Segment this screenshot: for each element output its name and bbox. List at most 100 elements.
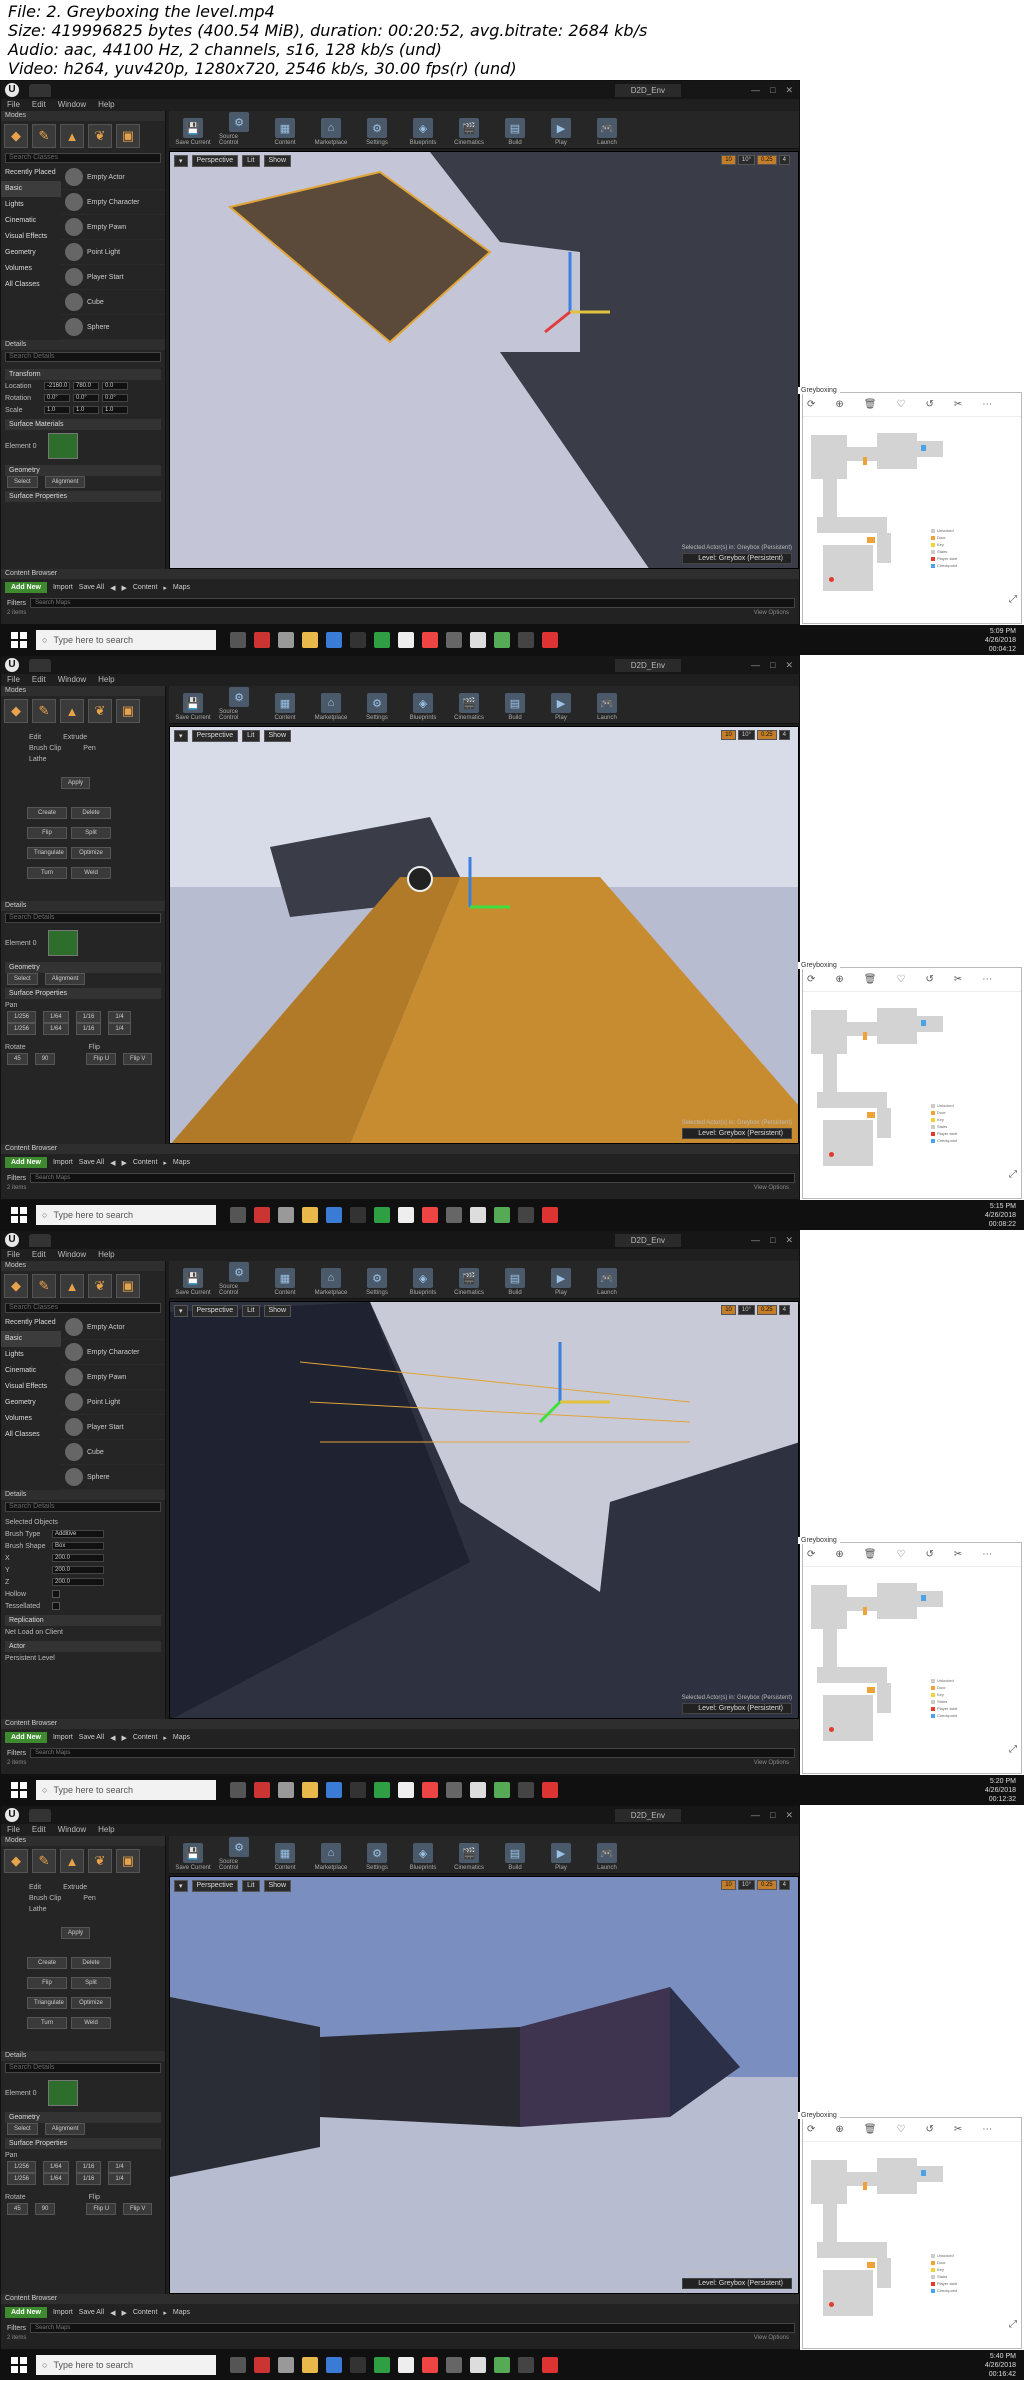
geo-button[interactable]: Delete [71,1957,111,1969]
place-mode-icon[interactable]: ◆ [4,1849,28,1873]
unreal-taskbar-icon[interactable] [518,2357,534,2373]
rotation-field[interactable]: 0.0° [102,394,128,402]
geometry-mode-icon[interactable]: ▣ [116,124,140,148]
snap-setting[interactable]: 10 [721,1305,736,1315]
maximize-icon[interactable]: □ [770,85,775,96]
level-tab[interactable] [29,658,52,672]
zoom-icon[interactable]: ⊕ [835,2124,843,2135]
search-maps-input[interactable]: Search Maps [30,1748,795,1758]
back-icon[interactable]: ◀ [110,1159,115,1167]
geo-button[interactable]: Split [71,1977,111,1989]
toolbar-button[interactable]: ▶ Play [541,118,581,146]
app-icon[interactable] [398,1782,414,1798]
snap-setting[interactable]: 10° [737,730,755,740]
import-button[interactable]: Import [53,1159,73,1166]
favorite-icon[interactable]: ♡ [896,974,905,985]
app-icon[interactable] [542,2357,558,2373]
toolbar-button[interactable]: 💾 Save Current [173,1843,213,1871]
perspective-button[interactable]: Perspective [191,1880,239,1892]
content-browser-tab[interactable]: Content Browser [1,2294,799,2304]
toolbar-button[interactable]: 💾 Save Current [173,1268,213,1296]
forward-icon[interactable]: ▶ [121,1159,126,1167]
resize-icon[interactable]: ⤢ [1009,594,1017,605]
lit-button[interactable]: Lit [242,1305,260,1317]
snap-setting[interactable]: 10° [737,1305,755,1315]
place-item[interactable]: Empty Character [61,190,165,215]
toolbar-button[interactable]: 🎮 Launch [587,1268,627,1296]
save-all-button[interactable]: Save All [79,1734,104,1741]
menu-item[interactable]: Help [98,1249,114,1261]
toolbar-button[interactable]: ◈ Blueprints [403,1843,443,1871]
geo-tool-edit[interactable]: Edit [29,1884,41,1891]
snap-setting[interactable]: 4 [778,730,790,740]
scale-field[interactable]: 1.0 [73,406,99,414]
add-new-button[interactable]: Add New [5,1732,47,1743]
windows-start-icon[interactable] [8,629,30,651]
rotate-left-icon[interactable]: ↺ [925,399,933,410]
lit-button[interactable]: Lit [242,730,260,742]
edit-icon[interactable]: ✂ [954,974,962,985]
resize-icon[interactable]: ⤢ [1009,2319,1017,2330]
category-item[interactable]: Recently Placed [1,1315,61,1331]
geo-button[interactable]: Create [27,1957,67,1969]
category-item[interactable]: Geometry [1,1395,61,1411]
store-icon[interactable] [326,2357,342,2373]
details-tab[interactable]: Details [1,2051,165,2061]
paint-mode-icon[interactable]: ✎ [32,1849,56,1873]
category-item[interactable]: Geometry [1,245,61,261]
toolbar-button[interactable]: ⚙ Source Control [219,112,259,146]
close-icon[interactable]: ✕ [785,660,793,671]
paint-mode-icon[interactable]: ✎ [32,124,56,148]
geometry-section[interactable]: Geometry [5,2112,161,2123]
minimize-icon[interactable]: — [751,660,760,671]
apply-button[interactable]: Apply [61,1927,91,1939]
toolbar-button[interactable]: ⌂ Marketplace [311,118,351,146]
geo-button[interactable]: Create [27,807,67,819]
category-item[interactable]: Cinematic [1,213,61,229]
app-icon[interactable] [278,632,294,648]
perspective-button[interactable]: Perspective [191,155,239,167]
menu-item[interactable]: Edit [32,674,46,686]
path-content[interactable]: Content [133,584,158,591]
place-item[interactable]: Empty Character [61,1340,165,1365]
select-button[interactable]: Select [7,973,38,985]
menu-item[interactable]: File [7,1249,20,1261]
filters-button[interactable]: Filters [7,600,26,607]
snap-setting[interactable]: 10 [721,155,736,165]
toolbar-button[interactable]: ⚙ Settings [357,693,397,721]
category-item[interactable]: Volumes [1,1411,61,1427]
geometry-mode-icon[interactable]: ▣ [116,1274,140,1298]
rotate-icon[interactable]: ⟳ [807,1549,815,1560]
category-item[interactable]: Lights [1,1347,61,1363]
app-icon[interactable] [374,2357,390,2373]
geo-tool-extrude[interactable]: Extrude [63,1884,87,1891]
details-search-input[interactable]: Search Details [5,352,161,362]
app-icon[interactable] [446,1782,462,1798]
chrome-icon[interactable] [422,1207,438,1223]
content-browser-tab[interactable]: Content Browser [1,1144,799,1154]
geo-tool-edit[interactable]: Edit [29,734,41,741]
show-button[interactable]: Show [263,730,292,742]
pan-button[interactable]: 1/4 [108,2161,131,2173]
paint-mode-icon[interactable]: ✎ [32,699,56,723]
foliage-mode-icon[interactable]: ❦ [88,699,112,723]
app-icon[interactable] [542,1782,558,1798]
category-item[interactable]: All Classes [1,277,61,293]
more-icon[interactable]: ⋯ [982,1549,992,1560]
geo-tool-extrude[interactable]: Extrude [63,734,87,741]
app-icon[interactable] [254,1782,270,1798]
place-item[interactable]: Empty Pawn [61,215,165,240]
modes-tab[interactable]: Modes [1,1836,165,1846]
replication-section[interactable]: Replication [5,1615,161,1626]
app-icon[interactable] [278,1207,294,1223]
app-icon[interactable] [494,1207,510,1223]
toolbar-button[interactable]: 🎬 Cinematics [449,118,489,146]
material-swatch[interactable] [48,433,78,459]
location-field[interactable]: 780.0 [73,382,99,390]
steam-icon[interactable] [350,632,366,648]
filters-button[interactable]: Filters [7,1750,26,1757]
taskbar-search-input[interactable]: ○ Type here to search [36,1205,216,1225]
level-viewport[interactable]: ▾ Perspective Lit Show 10 10° 0.25 4 Select… [169,151,799,569]
place-item[interactable]: Player Start [61,265,165,290]
toolbar-button[interactable]: ⚙ Settings [357,118,397,146]
